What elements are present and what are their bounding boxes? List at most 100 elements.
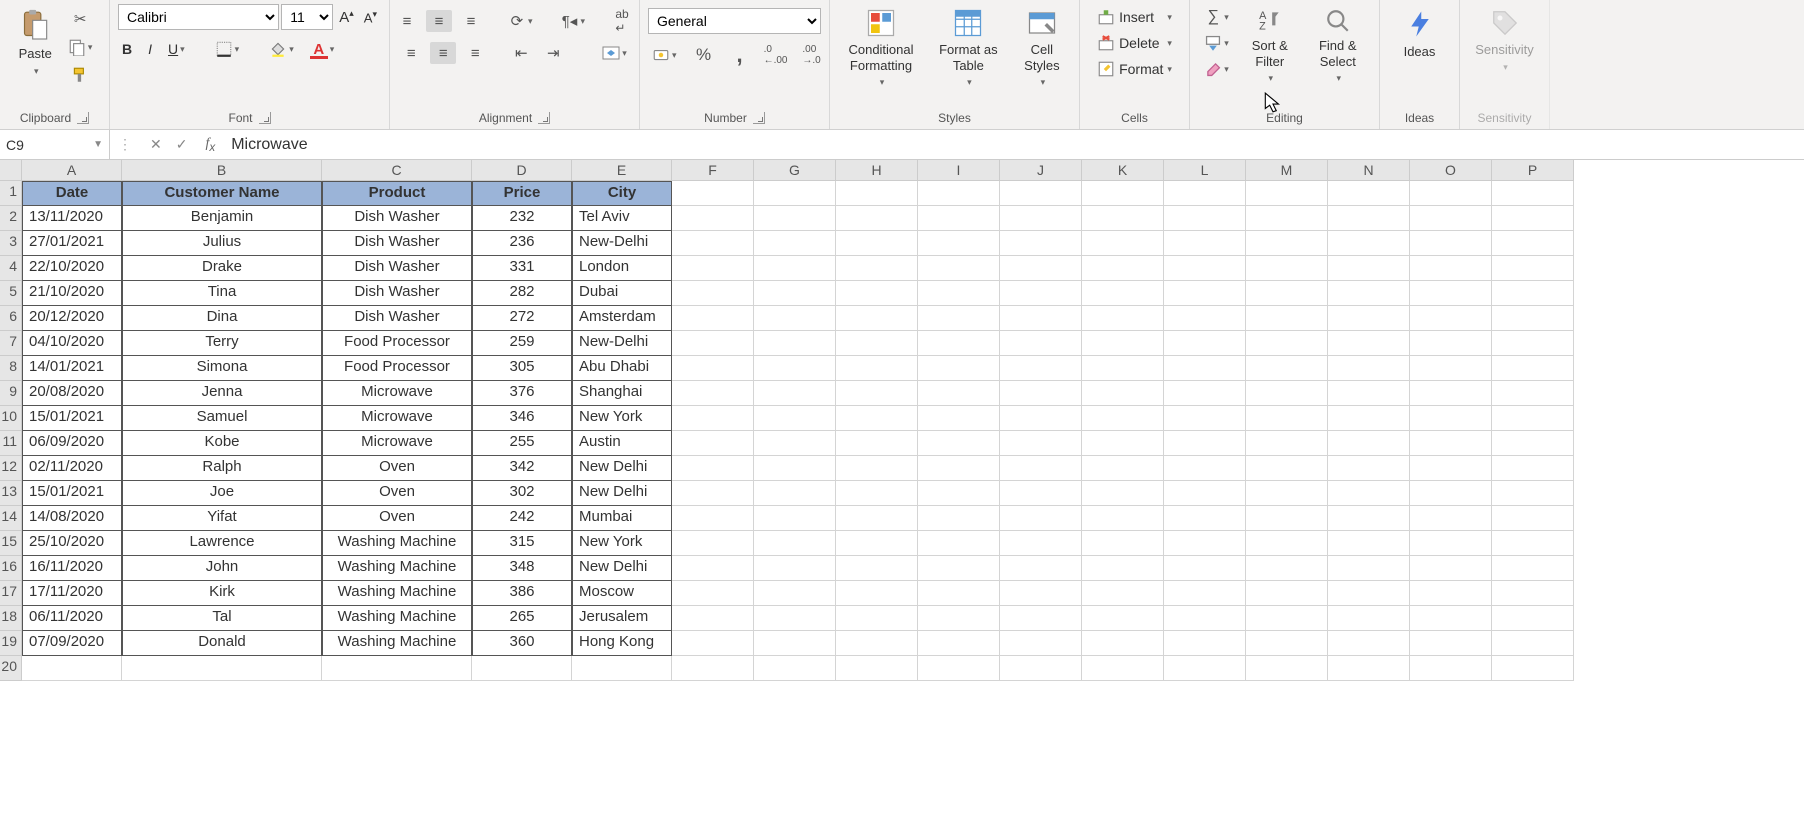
empty-cell[interactable] <box>1082 531 1164 556</box>
empty-cell[interactable] <box>672 356 754 381</box>
empty-cell[interactable] <box>1246 406 1328 431</box>
decrease-font-button[interactable]: A▾ <box>360 7 381 27</box>
data-cell[interactable]: 360 <box>472 631 572 656</box>
empty-cell[interactable] <box>836 581 918 606</box>
empty-cell[interactable] <box>1410 506 1492 531</box>
empty-cell[interactable] <box>1164 556 1246 581</box>
empty-cell[interactable] <box>1164 581 1246 606</box>
data-cell[interactable]: Food Processor <box>322 331 472 356</box>
empty-cell[interactable] <box>672 531 754 556</box>
empty-cell[interactable] <box>672 206 754 231</box>
empty-cell[interactable] <box>836 406 918 431</box>
empty-cell[interactable] <box>1492 381 1574 406</box>
empty-cell[interactable] <box>1246 356 1328 381</box>
data-cell[interactable]: New Delhi <box>572 481 672 506</box>
data-cell[interactable]: 22/10/2020 <box>22 256 122 281</box>
empty-cell[interactable] <box>1246 281 1328 306</box>
empty-cell[interactable] <box>918 456 1000 481</box>
empty-cell[interactable] <box>836 306 918 331</box>
empty-cell[interactable] <box>1492 331 1574 356</box>
empty-cell[interactable] <box>672 231 754 256</box>
empty-cell[interactable] <box>672 556 754 581</box>
empty-cell[interactable] <box>1082 331 1164 356</box>
empty-cell[interactable] <box>1246 381 1328 406</box>
empty-cell[interactable] <box>1246 231 1328 256</box>
cancel-formula-button[interactable]: ✕ <box>150 136 162 153</box>
row-header[interactable]: 1 <box>0 181 22 206</box>
data-cell[interactable]: 242 <box>472 506 572 531</box>
data-cell[interactable]: Washing Machine <box>322 556 472 581</box>
empty-cell[interactable] <box>754 556 836 581</box>
borders-button[interactable]: ▾ <box>211 38 244 60</box>
empty-cell[interactable] <box>1328 581 1410 606</box>
empty-cell[interactable] <box>754 581 836 606</box>
data-cell[interactable]: Tal <box>122 606 322 631</box>
empty-cell[interactable] <box>754 331 836 356</box>
empty-cell[interactable] <box>1082 381 1164 406</box>
empty-cell[interactable] <box>1246 631 1328 656</box>
cut-button[interactable]: ✂ <box>67 8 93 30</box>
empty-cell[interactable] <box>1000 281 1082 306</box>
data-cell[interactable]: New York <box>572 531 672 556</box>
row-header[interactable]: 7 <box>0 331 22 356</box>
column-header[interactable]: L <box>1164 160 1246 181</box>
column-header[interactable]: I <box>918 160 1000 181</box>
empty-cell[interactable] <box>1000 606 1082 631</box>
data-cell[interactable]: 342 <box>472 456 572 481</box>
empty-cell[interactable] <box>1410 356 1492 381</box>
data-cell[interactable]: 14/01/2021 <box>22 356 122 381</box>
data-cell[interactable]: Drake <box>122 256 322 281</box>
data-cell[interactable]: 21/10/2020 <box>22 281 122 306</box>
empty-cell[interactable] <box>1082 631 1164 656</box>
row-header[interactable]: 19 <box>0 631 22 656</box>
underline-button[interactable]: U▾ <box>164 39 189 59</box>
select-all-corner[interactable] <box>0 160 22 181</box>
empty-cell[interactable] <box>1410 656 1492 681</box>
empty-cell[interactable] <box>1410 631 1492 656</box>
empty-cell[interactable] <box>754 206 836 231</box>
empty-cell[interactable] <box>1082 481 1164 506</box>
empty-cell[interactable] <box>1000 306 1082 331</box>
data-cell[interactable]: Dish Washer <box>322 281 472 306</box>
column-header[interactable]: E <box>572 160 672 181</box>
empty-cell[interactable] <box>1328 606 1410 631</box>
column-header[interactable]: D <box>472 160 572 181</box>
empty-cell[interactable] <box>1082 581 1164 606</box>
comma-button[interactable]: , <box>727 44 753 66</box>
empty-cell[interactable] <box>1492 631 1574 656</box>
empty-cell[interactable] <box>1000 206 1082 231</box>
empty-cell[interactable] <box>918 256 1000 281</box>
row-header[interactable]: 16 <box>0 556 22 581</box>
sort-filter-button[interactable]: AZ Sort & Filter▾ <box>1239 4 1301 88</box>
italic-button[interactable]: I <box>144 39 156 59</box>
empty-cell[interactable] <box>1164 281 1246 306</box>
data-cell[interactable]: Oven <box>322 481 472 506</box>
empty-cell[interactable] <box>472 656 572 681</box>
data-cell[interactable]: 07/09/2020 <box>22 631 122 656</box>
empty-cell[interactable] <box>1246 181 1328 206</box>
data-cell[interactable]: Ralph <box>122 456 322 481</box>
empty-cell[interactable] <box>1492 556 1574 581</box>
empty-cell[interactable] <box>1410 181 1492 206</box>
empty-cell[interactable] <box>1492 481 1574 506</box>
row-header[interactable]: 17 <box>0 581 22 606</box>
empty-cell[interactable] <box>918 206 1000 231</box>
empty-cell[interactable] <box>754 456 836 481</box>
empty-cell[interactable] <box>918 356 1000 381</box>
empty-cell[interactable] <box>918 331 1000 356</box>
empty-cell[interactable] <box>1246 531 1328 556</box>
empty-cell[interactable] <box>1492 606 1574 631</box>
align-left-button[interactable]: ≡ <box>398 42 424 64</box>
empty-cell[interactable] <box>672 506 754 531</box>
empty-cell[interactable] <box>1410 331 1492 356</box>
empty-cell[interactable] <box>1164 481 1246 506</box>
empty-cell[interactable] <box>1246 456 1328 481</box>
bold-button[interactable]: B <box>118 39 136 59</box>
empty-cell[interactable] <box>1492 456 1574 481</box>
data-cell[interactable]: 265 <box>472 606 572 631</box>
empty-cell[interactable] <box>1082 456 1164 481</box>
empty-cell[interactable] <box>1246 256 1328 281</box>
number-format-select[interactable]: General <box>648 8 821 34</box>
fill-button[interactable]: ▾ <box>1200 32 1233 54</box>
data-cell[interactable]: 20/08/2020 <box>22 381 122 406</box>
